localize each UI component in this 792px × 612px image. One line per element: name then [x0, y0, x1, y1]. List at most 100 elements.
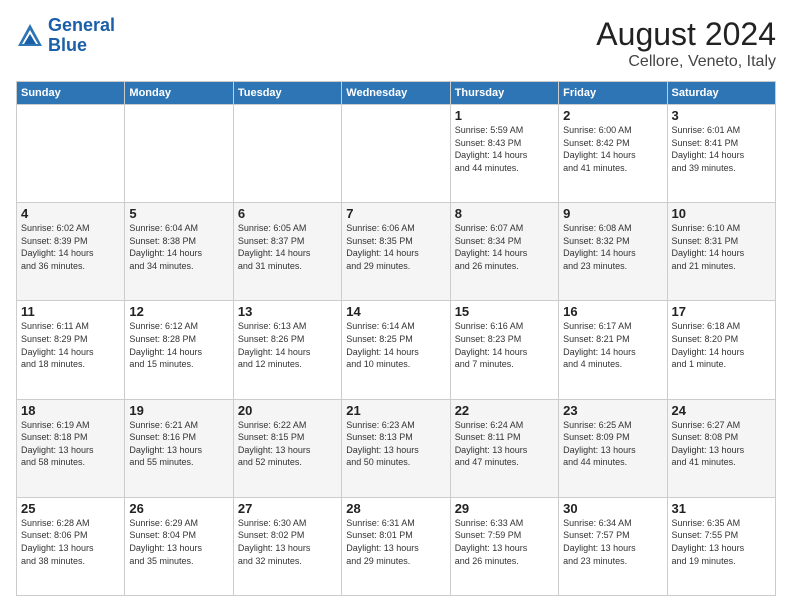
cell-info: Sunrise: 6:11 AM Sunset: 8:29 PM Dayligh… — [21, 320, 120, 370]
cell-day-number: 28 — [346, 501, 445, 516]
cell-day-number: 22 — [455, 403, 554, 418]
calendar-cell: 14Sunrise: 6:14 AM Sunset: 8:25 PM Dayli… — [342, 301, 450, 399]
cell-info: Sunrise: 6:21 AM Sunset: 8:16 PM Dayligh… — [129, 419, 228, 469]
calendar-cell: 10Sunrise: 6:10 AM Sunset: 8:31 PM Dayli… — [667, 203, 775, 301]
cell-day-number: 26 — [129, 501, 228, 516]
calendar-cell — [342, 105, 450, 203]
calendar-cell: 25Sunrise: 6:28 AM Sunset: 8:06 PM Dayli… — [17, 497, 125, 595]
cell-day-number: 14 — [346, 304, 445, 319]
cell-info: Sunrise: 6:16 AM Sunset: 8:23 PM Dayligh… — [455, 320, 554, 370]
calendar-week-1: 1Sunrise: 5:59 AM Sunset: 8:43 PM Daylig… — [17, 105, 776, 203]
cell-day-number: 8 — [455, 206, 554, 221]
cell-day-number: 25 — [21, 501, 120, 516]
page: General Blue August 2024 Cellore, Veneto… — [0, 0, 792, 612]
calendar-week-2: 4Sunrise: 6:02 AM Sunset: 8:39 PM Daylig… — [17, 203, 776, 301]
cell-info: Sunrise: 5:59 AM Sunset: 8:43 PM Dayligh… — [455, 124, 554, 174]
calendar-cell: 31Sunrise: 6:35 AM Sunset: 7:55 PM Dayli… — [667, 497, 775, 595]
calendar-cell: 7Sunrise: 6:06 AM Sunset: 8:35 PM Daylig… — [342, 203, 450, 301]
calendar-cell: 30Sunrise: 6:34 AM Sunset: 7:57 PM Dayli… — [559, 497, 667, 595]
cell-day-number: 29 — [455, 501, 554, 516]
cell-day-number: 19 — [129, 403, 228, 418]
cell-info: Sunrise: 6:14 AM Sunset: 8:25 PM Dayligh… — [346, 320, 445, 370]
calendar-header-row: SundayMondayTuesdayWednesdayThursdayFrid… — [17, 82, 776, 105]
day-header-tuesday: Tuesday — [233, 82, 341, 105]
sub-title: Cellore, Veneto, Italy — [596, 53, 776, 71]
cell-info: Sunrise: 6:23 AM Sunset: 8:13 PM Dayligh… — [346, 419, 445, 469]
calendar-cell: 21Sunrise: 6:23 AM Sunset: 8:13 PM Dayli… — [342, 399, 450, 497]
cell-day-number: 13 — [238, 304, 337, 319]
cell-info: Sunrise: 6:22 AM Sunset: 8:15 PM Dayligh… — [238, 419, 337, 469]
cell-info: Sunrise: 6:19 AM Sunset: 8:18 PM Dayligh… — [21, 419, 120, 469]
calendar-week-3: 11Sunrise: 6:11 AM Sunset: 8:29 PM Dayli… — [17, 301, 776, 399]
calendar-cell: 26Sunrise: 6:29 AM Sunset: 8:04 PM Dayli… — [125, 497, 233, 595]
calendar-cell — [125, 105, 233, 203]
day-header-friday: Friday — [559, 82, 667, 105]
cell-day-number: 21 — [346, 403, 445, 418]
calendar-cell: 17Sunrise: 6:18 AM Sunset: 8:20 PM Dayli… — [667, 301, 775, 399]
cell-day-number: 6 — [238, 206, 337, 221]
logo: General Blue — [16, 16, 115, 56]
cell-info: Sunrise: 6:08 AM Sunset: 8:32 PM Dayligh… — [563, 222, 662, 272]
logo-icon — [16, 22, 44, 50]
calendar-cell: 8Sunrise: 6:07 AM Sunset: 8:34 PM Daylig… — [450, 203, 558, 301]
calendar-cell: 13Sunrise: 6:13 AM Sunset: 8:26 PM Dayli… — [233, 301, 341, 399]
cell-day-number: 20 — [238, 403, 337, 418]
day-header-wednesday: Wednesday — [342, 82, 450, 105]
cell-info: Sunrise: 6:01 AM Sunset: 8:41 PM Dayligh… — [672, 124, 771, 174]
cell-day-number: 18 — [21, 403, 120, 418]
calendar-cell: 2Sunrise: 6:00 AM Sunset: 8:42 PM Daylig… — [559, 105, 667, 203]
calendar-cell: 20Sunrise: 6:22 AM Sunset: 8:15 PM Dayli… — [233, 399, 341, 497]
cell-info: Sunrise: 6:07 AM Sunset: 8:34 PM Dayligh… — [455, 222, 554, 272]
cell-day-number: 30 — [563, 501, 662, 516]
calendar-body: 1Sunrise: 5:59 AM Sunset: 8:43 PM Daylig… — [17, 105, 776, 596]
calendar-cell: 29Sunrise: 6:33 AM Sunset: 7:59 PM Dayli… — [450, 497, 558, 595]
cell-day-number: 24 — [672, 403, 771, 418]
calendar-cell: 11Sunrise: 6:11 AM Sunset: 8:29 PM Dayli… — [17, 301, 125, 399]
cell-info: Sunrise: 6:31 AM Sunset: 8:01 PM Dayligh… — [346, 517, 445, 567]
calendar-cell: 18Sunrise: 6:19 AM Sunset: 8:18 PM Dayli… — [17, 399, 125, 497]
cell-day-number: 16 — [563, 304, 662, 319]
logo-text: General Blue — [48, 16, 115, 56]
calendar-cell: 27Sunrise: 6:30 AM Sunset: 8:02 PM Dayli… — [233, 497, 341, 595]
calendar-cell: 15Sunrise: 6:16 AM Sunset: 8:23 PM Dayli… — [450, 301, 558, 399]
cell-info: Sunrise: 6:27 AM Sunset: 8:08 PM Dayligh… — [672, 419, 771, 469]
cell-info: Sunrise: 6:35 AM Sunset: 7:55 PM Dayligh… — [672, 517, 771, 567]
cell-day-number: 27 — [238, 501, 337, 516]
cell-day-number: 11 — [21, 304, 120, 319]
cell-info: Sunrise: 6:29 AM Sunset: 8:04 PM Dayligh… — [129, 517, 228, 567]
cell-info: Sunrise: 6:13 AM Sunset: 8:26 PM Dayligh… — [238, 320, 337, 370]
cell-day-number: 3 — [672, 108, 771, 123]
cell-info: Sunrise: 6:00 AM Sunset: 8:42 PM Dayligh… — [563, 124, 662, 174]
calendar-cell — [233, 105, 341, 203]
calendar-cell: 23Sunrise: 6:25 AM Sunset: 8:09 PM Dayli… — [559, 399, 667, 497]
cell-info: Sunrise: 6:24 AM Sunset: 8:11 PM Dayligh… — [455, 419, 554, 469]
calendar-cell: 3Sunrise: 6:01 AM Sunset: 8:41 PM Daylig… — [667, 105, 775, 203]
cell-day-number: 10 — [672, 206, 771, 221]
calendar-week-4: 18Sunrise: 6:19 AM Sunset: 8:18 PM Dayli… — [17, 399, 776, 497]
cell-day-number: 17 — [672, 304, 771, 319]
cell-info: Sunrise: 6:33 AM Sunset: 7:59 PM Dayligh… — [455, 517, 554, 567]
cell-info: Sunrise: 6:05 AM Sunset: 8:37 PM Dayligh… — [238, 222, 337, 272]
cell-info: Sunrise: 6:02 AM Sunset: 8:39 PM Dayligh… — [21, 222, 120, 272]
day-header-sunday: Sunday — [17, 82, 125, 105]
cell-info: Sunrise: 6:04 AM Sunset: 8:38 PM Dayligh… — [129, 222, 228, 272]
header: General Blue August 2024 Cellore, Veneto… — [16, 16, 776, 71]
calendar-week-5: 25Sunrise: 6:28 AM Sunset: 8:06 PM Dayli… — [17, 497, 776, 595]
calendar-cell: 24Sunrise: 6:27 AM Sunset: 8:08 PM Dayli… — [667, 399, 775, 497]
calendar-table: SundayMondayTuesdayWednesdayThursdayFrid… — [16, 81, 776, 596]
calendar-cell: 1Sunrise: 5:59 AM Sunset: 8:43 PM Daylig… — [450, 105, 558, 203]
cell-info: Sunrise: 6:30 AM Sunset: 8:02 PM Dayligh… — [238, 517, 337, 567]
day-header-monday: Monday — [125, 82, 233, 105]
cell-day-number: 12 — [129, 304, 228, 319]
cell-info: Sunrise: 6:28 AM Sunset: 8:06 PM Dayligh… — [21, 517, 120, 567]
calendar-cell: 5Sunrise: 6:04 AM Sunset: 8:38 PM Daylig… — [125, 203, 233, 301]
cell-info: Sunrise: 6:10 AM Sunset: 8:31 PM Dayligh… — [672, 222, 771, 272]
cell-day-number: 9 — [563, 206, 662, 221]
logo-line1: General — [48, 15, 115, 35]
cell-info: Sunrise: 6:25 AM Sunset: 8:09 PM Dayligh… — [563, 419, 662, 469]
cell-day-number: 31 — [672, 501, 771, 516]
logo-line2: Blue — [48, 35, 87, 55]
cell-info: Sunrise: 6:12 AM Sunset: 8:28 PM Dayligh… — [129, 320, 228, 370]
calendar-cell: 16Sunrise: 6:17 AM Sunset: 8:21 PM Dayli… — [559, 301, 667, 399]
main-title: August 2024 — [596, 16, 776, 53]
